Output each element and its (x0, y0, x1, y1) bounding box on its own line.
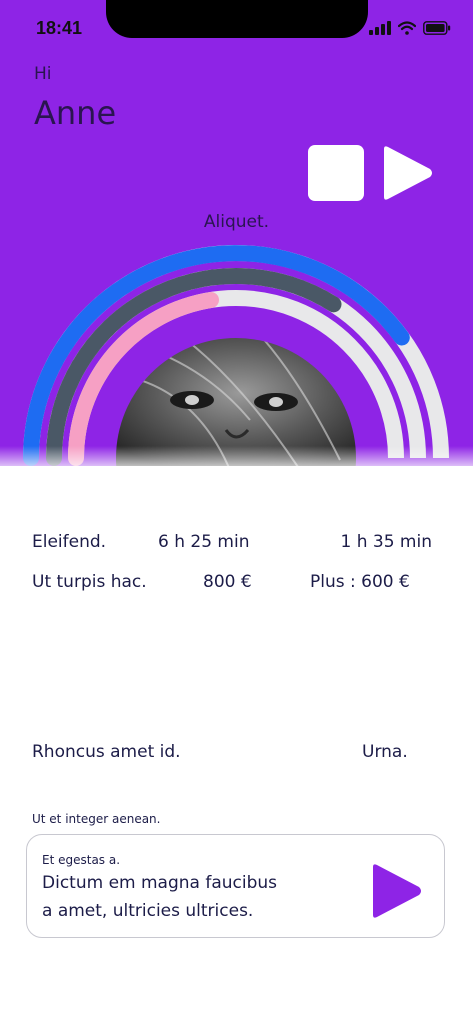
card-kicker: Et egestas a. (42, 853, 121, 867)
wifi-icon (398, 21, 416, 35)
hero-label: Aliquet. (203, 212, 270, 232)
play-icon (384, 146, 432, 200)
cellular-signal-icon (369, 21, 391, 35)
stat-row-amount: Ut turpis hac. 800 € Plus : 600 € (32, 572, 442, 596)
status-bar: 18:41 (0, 0, 473, 50)
status-icons (369, 20, 451, 36)
stat-label: Ut turpis hac. (32, 572, 147, 592)
hero-fade (0, 446, 473, 466)
status-time: 18:41 (36, 18, 83, 38)
section-title: Rhoncus amet id. (32, 742, 181, 762)
section-link[interactable]: Urna. (362, 742, 408, 762)
stat-label: Eleifend. (32, 532, 107, 552)
card-section-label: Ut et integer aenean. (32, 812, 161, 826)
device-notch (106, 0, 368, 38)
card-play-button[interactable] (369, 863, 423, 919)
hero-panel: 18:41 Hi Anne Aliquet. (0, 0, 473, 466)
stat-row-time: Eleifend. 6 h 25 min 1 h 35 min (32, 532, 442, 556)
progress-rings (23, 245, 449, 466)
card-title-line-2: a amet, ultricies ultrices. (42, 901, 254, 921)
stat-extra: Plus : 600 € (310, 572, 410, 592)
greeting-text: Hi (34, 64, 52, 84)
stop-button[interactable] (308, 145, 364, 201)
play-icon (373, 864, 421, 918)
card-title-line-1: Dictum em magna faucibus (42, 873, 278, 893)
stat-value: 6 h 25 min (158, 532, 250, 552)
user-name: Anne (34, 94, 117, 132)
stat-extra: 1 h 35 min (340, 532, 433, 552)
play-button[interactable] (380, 145, 434, 201)
media-card[interactable]: Et egestas a. Dictum em magna faucibus a… (26, 834, 445, 938)
battery-icon (423, 21, 451, 35)
stat-value: 800 € (203, 572, 252, 592)
